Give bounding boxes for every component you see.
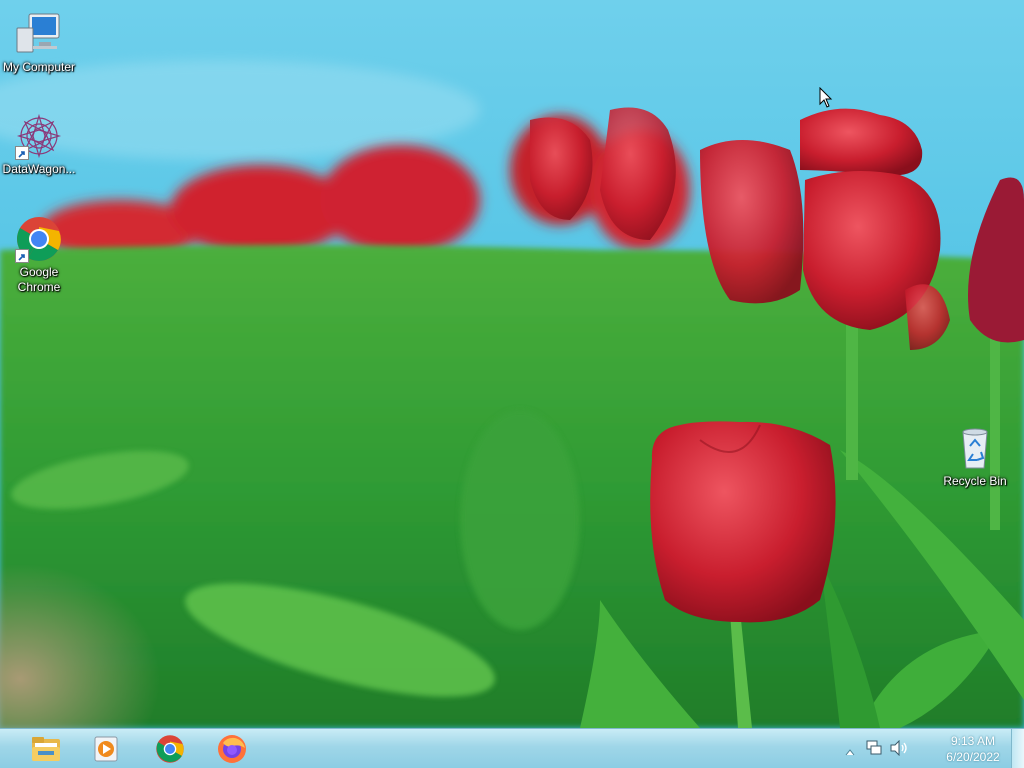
shortcut-arrow-icon xyxy=(15,249,29,263)
mouse-cursor-icon xyxy=(819,87,833,108)
desktop-icon-google-chrome[interactable]: Google Chrome xyxy=(0,215,78,295)
volume-icon[interactable] xyxy=(890,739,908,761)
desktop: My Computer DataWagon... Google Chrome R… xyxy=(0,0,1024,768)
taskbar-media-player-button[interactable] xyxy=(80,732,132,766)
clock[interactable]: 9:13 AM 6/20/2022 xyxy=(932,733,1014,765)
show-desktop-button[interactable] xyxy=(1011,729,1024,768)
chrome-icon xyxy=(156,735,184,763)
desktop-icon-label: Recycle Bin xyxy=(943,474,1007,488)
shortcut-arrow-icon xyxy=(15,146,29,160)
desktop-icon-recycle-bin[interactable]: Recycle Bin xyxy=(936,424,1014,489)
chrome-icon xyxy=(15,215,63,263)
desktop-icon-label: My Computer xyxy=(2,60,76,74)
desktop-icon-label: Google Chrome xyxy=(17,265,61,294)
taskbar: 9:13 AM 6/20/2022 xyxy=(0,728,1024,768)
show-hidden-icons-arrow-icon[interactable] xyxy=(845,743,855,761)
clock-time: 9:13 AM xyxy=(950,734,996,748)
recycle-bin-icon xyxy=(951,424,999,472)
desktop-icon-my-computer[interactable]: My Computer xyxy=(0,10,78,75)
datawagon-icon xyxy=(15,112,63,160)
media-player-icon xyxy=(94,736,118,762)
wallpaper-tulips xyxy=(0,0,1024,728)
clock-date: 6/20/2022 xyxy=(946,750,1000,764)
taskbar-chrome-button[interactable] xyxy=(144,732,196,766)
taskbar-firefox-button[interactable] xyxy=(206,732,258,766)
taskbar-file-explorer-button[interactable] xyxy=(20,732,72,766)
folder-icon xyxy=(32,737,60,761)
computer-icon xyxy=(15,10,63,58)
desktop-icon-label: DataWagon... xyxy=(2,162,76,176)
network-icon[interactable] xyxy=(866,740,882,761)
firefox-icon xyxy=(218,735,246,763)
desktop-icon-datawagon[interactable]: DataWagon... xyxy=(0,112,78,177)
